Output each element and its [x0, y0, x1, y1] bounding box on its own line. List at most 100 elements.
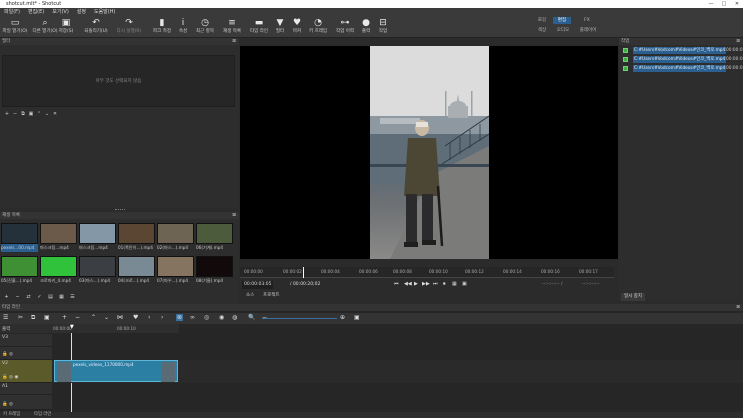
track-header-v3[interactable]: V3 [0, 334, 52, 347]
snap-button[interactable]: ⊗ [176, 314, 184, 321]
markers-button[interactable]: ♥ 마커 [290, 18, 304, 36]
menu-edit[interactable]: 편집(E) [24, 8, 48, 16]
zoom-slider[interactable] [262, 318, 337, 319]
panel-close-icon[interactable]: ⊠ [736, 304, 740, 311]
job-row[interactable]: C:#Users#Vodcom#Videos#인코_백로.mp4 00:00:0 [621, 65, 743, 73]
playlist-item[interactable]: 05(진흙...).mp4 [1, 256, 38, 285]
play-button[interactable]: ▶ [414, 281, 418, 287]
ripple-markers-button[interactable]: ◍ [232, 314, 237, 321]
menu-help[interactable]: 도움말(H) [90, 8, 119, 16]
copy-filter-button[interactable]: ⧉ [19, 111, 27, 117]
remove-clip-button[interactable]: − [12, 293, 23, 301]
detail-view-button[interactable]: ▤ [45, 293, 56, 301]
prev-marker-button[interactable]: ‹ [148, 314, 150, 321]
fast-forward-button[interactable]: ▶▶ [422, 281, 430, 287]
layout-player[interactable]: 플레이어 [576, 27, 600, 34]
panel-close-icon[interactable]: ⊠ [232, 212, 236, 219]
paste-filter-button[interactable]: ▣ [27, 111, 35, 117]
track-header-a1[interactable]: A1 [0, 383, 52, 395]
tab-project[interactable]: 프로젝트 [263, 292, 280, 300]
split-button[interactable]: ⋈ [117, 314, 123, 321]
playlist-item[interactable]: 04(크로...).mp4 [118, 256, 155, 285]
grid-button[interactable]: ▦ [452, 281, 457, 287]
redo-button[interactable]: ↷ 다시 실행(R) [114, 18, 144, 36]
current-timecode[interactable]: 00:00:03:05 [242, 281, 274, 289]
menu-settings[interactable]: 설정 [73, 8, 90, 16]
pause-button[interactable]: 일시 중지 [621, 293, 645, 301]
video-viewer[interactable] [240, 46, 618, 259]
zoom-button[interactable]: ▣ [462, 281, 467, 287]
cut-button[interactable]: ✂ [18, 314, 23, 321]
append-button[interactable]: + [62, 314, 67, 321]
tile-view-button[interactable]: ▦ [56, 293, 67, 301]
playlist-item[interactable]: 마스크팅...mp4 [40, 223, 77, 252]
layout-logging[interactable]: 로깅 [533, 17, 551, 24]
filters-list[interactable]: 아무 것도 선택되지 않음 [2, 55, 235, 107]
add-clip-button[interactable]: + [1, 293, 12, 301]
playlist-item[interactable]: 마스크팅...mp4 [79, 223, 116, 252]
open-file-button[interactable]: ▭ 파일 열기(O) [2, 18, 28, 36]
playlist-item[interactable]: 03(마스...).mp4 [79, 256, 116, 285]
track-header-v1[interactable]: V2 🔒 ◎ ◉ [0, 360, 52, 383]
playhead[interactable] [303, 267, 304, 278]
add-filter-button[interactable]: + [3, 111, 11, 117]
playlist-item[interactable]: pexels...00.mp4 [1, 223, 38, 252]
layout-fx[interactable]: FX [578, 17, 596, 24]
history-button[interactable]: ⊶ 작업 이력 [333, 18, 357, 36]
out-point[interactable]: --:--:--:-- [582, 282, 600, 287]
deselect-button[interactable]: ✕ [51, 111, 59, 117]
filter-button[interactable]: ▼ 필터 [273, 18, 287, 36]
playlist-item[interactable]: 02(마스...).mp4 [157, 223, 194, 252]
copy-button[interactable]: ⧉ [31, 314, 35, 322]
lift-button[interactable]: ⌃ [91, 314, 96, 321]
playlist-item[interactable]: 크로마키_4.mp4 [40, 256, 77, 285]
move-down-button[interactable]: ⌄ [43, 111, 51, 117]
in-point[interactable]: --:--:--:-- / [542, 282, 563, 287]
skip-end-button[interactable]: ⏭ [433, 281, 438, 287]
menu-file[interactable]: 파일(F) [0, 8, 24, 16]
jobs-button[interactable]: ⊟ 작업 [376, 18, 390, 36]
playlist-item[interactable]: 06(기계).mp4 [196, 223, 233, 252]
playlist-item[interactable]: 01(폭탄이...).mp4 [118, 223, 155, 252]
ripple-button[interactable]: ◎ [204, 314, 209, 321]
rewind-button[interactable]: ◀◀ [404, 281, 412, 287]
zoom-in-button[interactable]: ⊕ [340, 314, 345, 321]
save-button[interactable]: ▣ 저장(S) [56, 18, 76, 36]
select-all-button[interactable]: ✓ [34, 293, 45, 301]
paste-button[interactable]: ▣ [44, 314, 50, 321]
tab-source[interactable]: 소스 [246, 292, 254, 300]
timeline-button[interactable]: ▬ 타임 라인 [247, 18, 271, 36]
layout-audio[interactable]: 오디오 [553, 27, 573, 34]
timeline-ruler[interactable]: 00:00:00 00:00:10 ▼ [52, 324, 179, 333]
minimize-button[interactable]: — [705, 0, 717, 8]
layout-color[interactable]: 색상 [533, 27, 551, 34]
splitter-handle[interactable] [115, 209, 125, 211]
tab-keyframes[interactable]: 키 프레임 [3, 412, 20, 418]
scrub-button[interactable]: ∞ [190, 314, 195, 321]
timeline-clip[interactable]: pexels_videos_1170000.mp4 [54, 360, 178, 382]
properties-button[interactable]: i 속성 [176, 18, 190, 36]
tab-timeline[interactable]: 타임 라인 [34, 412, 51, 418]
menu-button[interactable]: ☰ [3, 314, 8, 321]
maximize-button[interactable]: □ [718, 0, 730, 8]
stop-button[interactable]: ⏹ [443, 281, 446, 287]
undo-button[interactable]: ↶ 되돌리기(U) [82, 18, 110, 36]
move-up-button[interactable]: ⌃ [35, 111, 43, 117]
ripple-all-button[interactable]: ◉ [219, 314, 224, 321]
playhead-marker-icon[interactable]: ▼ [70, 324, 74, 330]
menu-view[interactable]: 보기(V) [48, 8, 73, 16]
skip-start-button[interactable]: ⏮ [394, 281, 399, 287]
peak-meter-button[interactable]: ▮ 피크 측정 [150, 18, 174, 36]
panel-close-icon[interactable]: ⊠ [232, 38, 236, 45]
remove-filter-button[interactable]: − [11, 111, 19, 117]
update-clip-button[interactable]: ⇄ [23, 293, 34, 301]
track-header-a2[interactable]: 🔒 ◎ [0, 395, 52, 410]
zoom-fit-button[interactable]: ▣ [354, 314, 360, 321]
playlist-item[interactable]: 07(마우...).mp4 [157, 256, 194, 285]
icon-view-button[interactable]: ☰ [67, 293, 78, 301]
open-other-button[interactable]: ⌕ 다른 열기(O) [32, 18, 58, 36]
remove-button[interactable]: − [75, 314, 80, 321]
zoom-out-button[interactable]: 🔍 [248, 314, 255, 321]
keyframes-button[interactable]: ◔ 키 프레임 [306, 18, 330, 36]
marker-button[interactable]: ♥ [133, 314, 138, 321]
